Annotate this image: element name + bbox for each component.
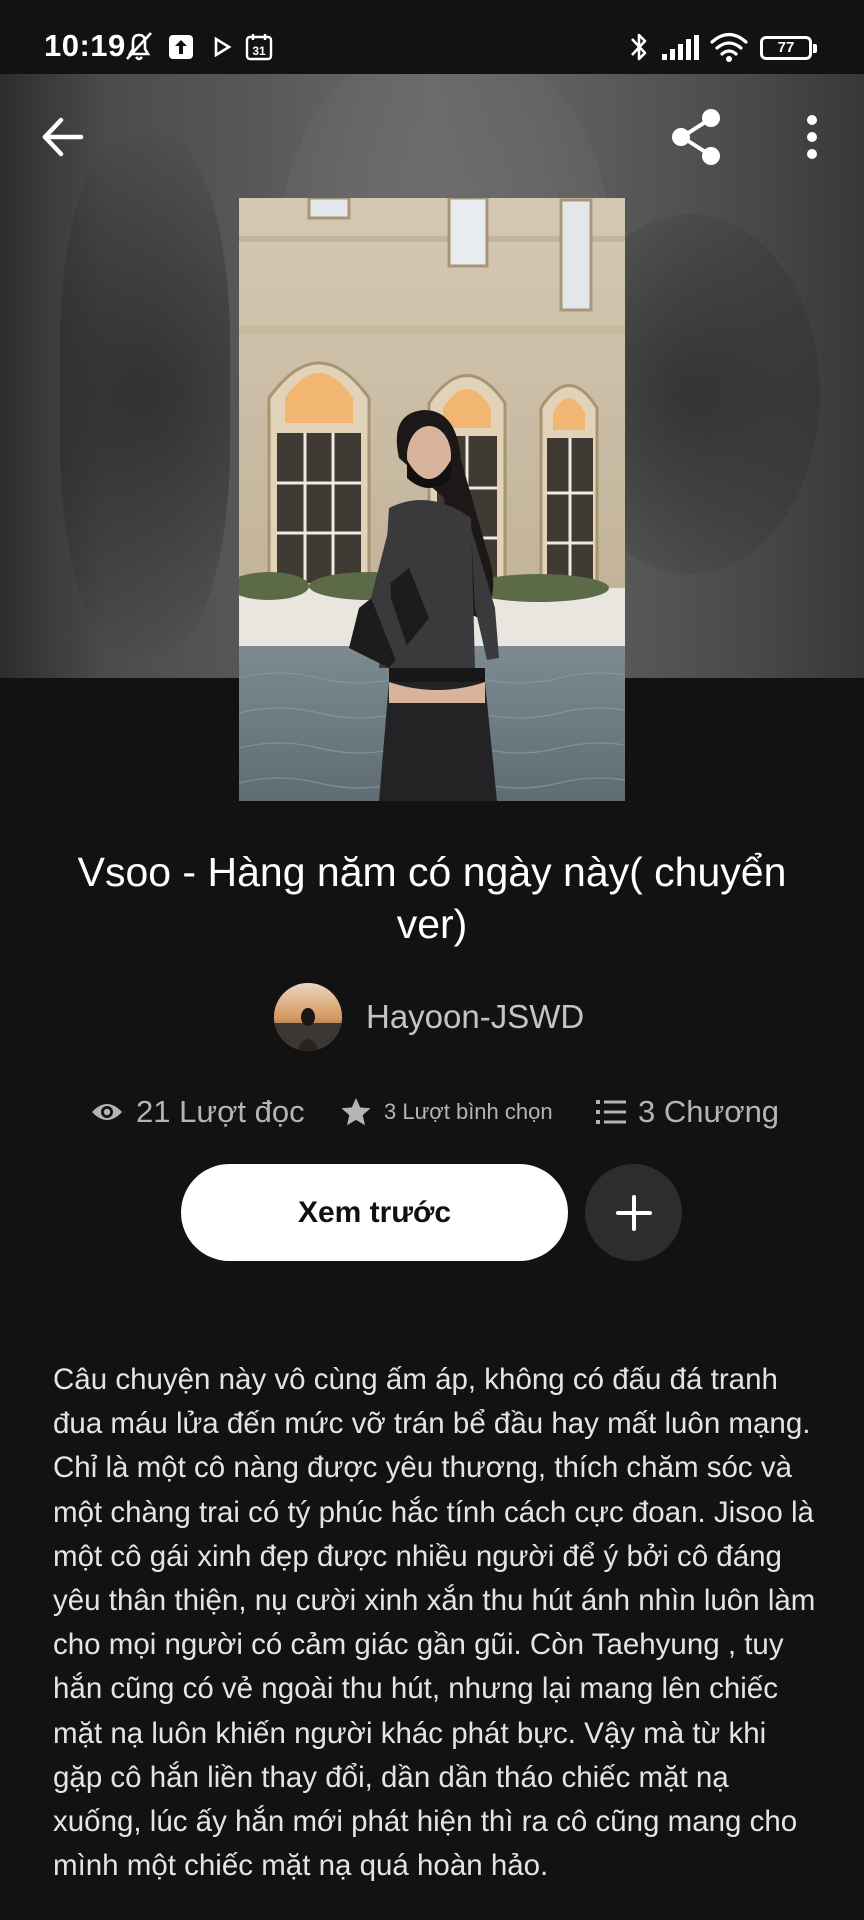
list-icon: [596, 1100, 626, 1124]
arrow-left-icon: [42, 117, 84, 157]
svg-text:31: 31: [252, 44, 266, 58]
more-options-button[interactable]: [790, 110, 834, 164]
chapters-count[interactable]: 3 Chương: [638, 1094, 779, 1130]
calendar-icon: 31: [245, 34, 273, 61]
battery-icon: 77: [760, 36, 817, 60]
add-to-library-button[interactable]: [585, 1164, 682, 1261]
preview-button[interactable]: Xem trước: [181, 1164, 568, 1261]
share-button[interactable]: [666, 106, 728, 168]
eye-icon: [92, 1104, 122, 1120]
star-icon: [341, 1098, 371, 1126]
story-title: Vsoo - Hàng năm có ngày này( chuyển ver): [77, 849, 787, 947]
plus-icon: [615, 1194, 652, 1231]
votes-stat: 3 Lượt bình chọn: [340, 1090, 553, 1134]
share-icon: [672, 109, 720, 165]
upload-icon: [169, 35, 193, 59]
author-name[interactable]: Hayoon-JSWD: [366, 998, 584, 1036]
author-avatar[interactable]: [274, 983, 342, 1051]
bluetooth-icon: [631, 33, 647, 61]
author-link[interactable]: Hayoon-JSWD: [274, 982, 584, 1052]
battery-level: 77: [777, 39, 795, 56]
story-description: Câu chuyện này vô cùng ấm áp, không có đ…: [53, 1363, 816, 1883]
more-vertical-icon: [807, 115, 817, 159]
reads-count: 21 Lượt đọc: [136, 1094, 305, 1129]
signal-icon: [662, 35, 699, 60]
votes-count: 3 Lượt bình chọn: [384, 1099, 553, 1124]
wifi-icon: [710, 32, 748, 62]
story-cover-image[interactable]: [239, 198, 625, 801]
play-icon: [214, 37, 232, 57]
status-time: 10:19: [44, 28, 126, 63]
reads-stat: 21 Lượt đọc: [90, 1090, 305, 1134]
chapters-stat[interactable]: 3 Chương: [596, 1090, 779, 1134]
back-button[interactable]: [36, 110, 90, 164]
status-bar: 10:19 31 77: [0, 0, 864, 74]
bell-off-icon: [126, 32, 152, 61]
